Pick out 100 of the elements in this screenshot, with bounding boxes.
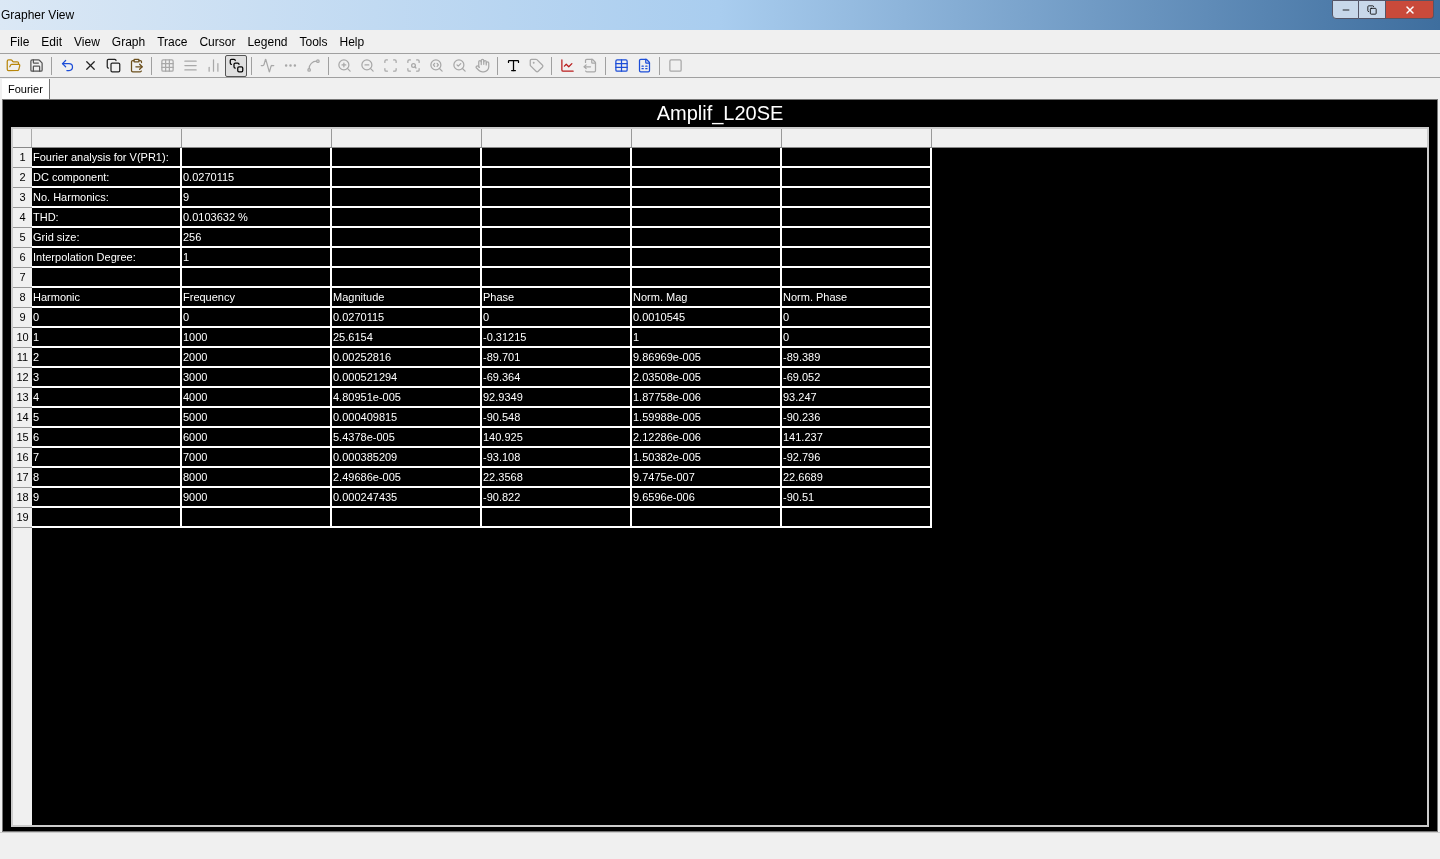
table-cell: 9000: [182, 488, 332, 506]
row-header: 8: [13, 288, 32, 308]
table-cell: 0.000409815: [332, 408, 482, 426]
row-header: 9: [13, 308, 32, 328]
spreadsheet-icon: [636, 58, 652, 73]
table-cell: 5000: [182, 408, 332, 426]
table-cell: Harmonic: [32, 288, 182, 306]
undo-icon: [59, 58, 75, 73]
table-cell: 0.0103632 %: [182, 208, 332, 226]
table-cell: DC component:: [32, 168, 182, 186]
menu-item[interactable]: View: [68, 32, 106, 51]
table-cell: 4000: [182, 388, 332, 406]
lines-icon: [182, 58, 198, 73]
table-cell: 22.3568: [482, 468, 632, 486]
row-header: 11: [13, 348, 32, 368]
label-icon: [528, 58, 544, 73]
table-cell: 140.925: [482, 428, 632, 446]
minimize-button[interactable]: [1332, 0, 1359, 19]
row-header: 14: [13, 408, 32, 428]
tab[interactable]: Fourier: [2, 79, 50, 99]
table-cell: 2.49686e-005: [332, 468, 482, 486]
table-cell: Interpolation Degree:: [32, 248, 182, 266]
table-cell: -93.108: [482, 448, 632, 466]
table-cell: 0.000521294: [332, 368, 482, 386]
bars-icon: [205, 58, 221, 73]
restore-icon: [1367, 4, 1377, 15]
row-header: 2: [13, 168, 32, 188]
table-cell: 1: [632, 328, 782, 346]
toolbar-button[interactable]: [225, 54, 247, 77]
table-cell: 0.000247435: [332, 488, 482, 506]
table-cell: 1: [182, 248, 332, 266]
table-cell: 3: [32, 368, 182, 386]
line-with-points-icon: [305, 58, 321, 73]
graph-title: Amplif_L20SE: [655, 101, 785, 127]
table-cell: 3000: [182, 368, 332, 386]
export-icon: [582, 58, 598, 73]
zoom-out-icon: [359, 58, 375, 73]
table-cell: 4: [32, 388, 182, 406]
menu-item[interactable]: Cursor: [193, 32, 242, 51]
zoom-in-icon: [336, 58, 352, 73]
window-title: Grapher View: [1, 7, 75, 24]
table-cell: 0.0010545: [632, 308, 782, 326]
table-cell: 1000: [182, 328, 332, 346]
table-cell: 9: [32, 488, 182, 506]
menu-item[interactable]: Edit: [35, 32, 69, 51]
table-cell: 7: [32, 448, 182, 466]
table-cell: 6: [32, 428, 182, 446]
row-header: 13: [13, 388, 32, 408]
copy-icon: [105, 58, 121, 73]
table-cell: 5: [32, 408, 182, 426]
restore-button[interactable]: [1359, 0, 1386, 19]
menu-item[interactable]: Trace: [151, 32, 194, 51]
table-cell: -90.822: [482, 488, 632, 506]
table-cell: Norm. Mag: [632, 288, 782, 306]
table-cell: 6000: [182, 428, 332, 446]
row-header: 5: [13, 228, 32, 248]
table-cell: -89.389: [782, 348, 932, 366]
row-header: 10: [13, 328, 32, 348]
close-button[interactable]: [1386, 0, 1434, 19]
table-cell: 0.000385209: [332, 448, 482, 466]
table-cell: 2000: [182, 348, 332, 366]
row-header: 15: [13, 428, 32, 448]
table-cell: 1.87758e-006: [632, 388, 782, 406]
clipboard-icon: [128, 58, 144, 73]
table-cell: 7000: [182, 448, 332, 466]
magnifier-icon: [428, 58, 444, 73]
table-cell: 0.0270115: [182, 168, 332, 186]
menu-item[interactable]: Legend: [241, 32, 294, 51]
table-cell: -90.236: [782, 408, 932, 426]
table-cell: Magnitude: [332, 288, 482, 306]
menu-item[interactable]: Graph: [105, 32, 152, 51]
row-header: 4: [13, 208, 32, 228]
row-header: 19: [13, 508, 32, 528]
menu-item[interactable]: Help: [333, 32, 371, 51]
row-header: 7: [13, 268, 32, 288]
grid-icon: [159, 58, 175, 73]
magnifier-icon: [451, 58, 467, 73]
menu-item[interactable]: Tools: [293, 32, 334, 51]
table-cell: THD:: [32, 208, 182, 226]
table-cell: 9.86969e-005: [632, 348, 782, 366]
traces-icon: [559, 58, 575, 73]
table-cell: 0: [782, 308, 932, 326]
row-header: 3: [13, 188, 32, 208]
close-icon: [1403, 3, 1416, 16]
table-cell: 1.50382e-005: [632, 448, 782, 466]
table-cell: 0.00252816: [332, 348, 482, 366]
table-cell: 8000: [182, 468, 332, 486]
table-cell: 9.6596e-006: [632, 488, 782, 506]
table-cell: 1.59988e-005: [632, 408, 782, 426]
overlapping-squares-icon: [228, 58, 244, 73]
zoom-area-icon: [382, 58, 398, 73]
row-header: 17: [13, 468, 32, 488]
table-cell: 2.03508e-005: [632, 368, 782, 386]
table-icon: [613, 58, 629, 73]
menu-item[interactable]: File: [4, 32, 36, 51]
table-cell: No. Harmonics:: [32, 188, 182, 206]
row-header: 6: [13, 248, 32, 268]
hand-icon: [474, 58, 490, 73]
table-cell: Fourier analysis for V(PR1):: [32, 148, 182, 166]
table-cell: 256: [182, 228, 332, 246]
